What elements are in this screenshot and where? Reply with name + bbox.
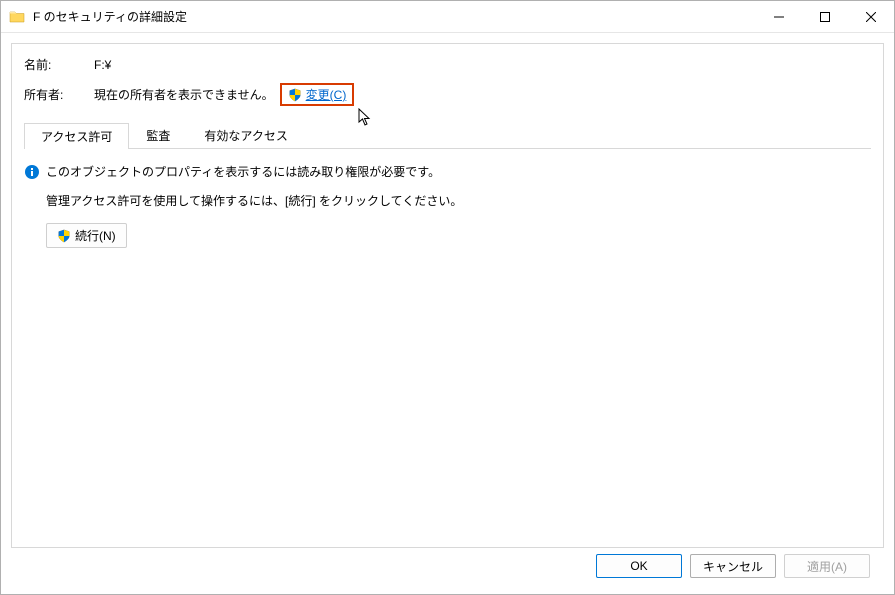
window-title: F のセキュリティの詳細設定 — [33, 8, 756, 25]
tab-content: このオブジェクトのプロパティを表示するには読み取り権限が必要です。 管理アクセス… — [24, 149, 871, 541]
folder-icon — [9, 9, 25, 25]
security-dialog: F のセキュリティの詳細設定 名前: F:¥ 所有者: 現在の所有者を表示できま… — [0, 0, 895, 595]
info-icon — [24, 164, 40, 180]
instruction-text: 管理アクセス許可を使用して操作するには、[続行] をクリックしてください。 — [46, 192, 871, 209]
window-controls — [756, 1, 894, 33]
outer-panel: 名前: F:¥ 所有者: 現在の所有者を表示できません。 変更(C) アクセス許… — [1, 33, 894, 594]
tab-permissions[interactable]: アクセス許可 — [24, 123, 129, 149]
info-line: このオブジェクトのプロパティを表示するには読み取り権限が必要です。 — [24, 163, 871, 180]
name-value: F:¥ — [94, 58, 111, 72]
dialog-footer: OK キャンセル 適用(A) — [11, 548, 884, 588]
tab-strip: アクセス許可 監査 有効なアクセス — [24, 122, 871, 149]
change-owner-link[interactable]: 変更(C) — [280, 83, 355, 106]
continue-button[interactable]: 続行(N) — [46, 223, 127, 248]
owner-row: 所有者: 現在の所有者を表示できません。 変更(C) — [24, 83, 871, 106]
titlebar: F のセキュリティの詳細設定 — [1, 1, 894, 33]
owner-label: 所有者: — [24, 86, 94, 103]
close-button[interactable] — [848, 1, 894, 33]
apply-button[interactable]: 適用(A) — [784, 554, 870, 578]
change-link-text: 変更(C) — [306, 86, 347, 103]
name-row: 名前: F:¥ — [24, 56, 871, 73]
tab-effective-access[interactable]: 有効なアクセス — [187, 122, 304, 148]
name-label: 名前: — [24, 56, 94, 73]
minimize-button[interactable] — [756, 1, 802, 33]
uac-shield-icon — [57, 229, 71, 243]
inner-panel: 名前: F:¥ 所有者: 現在の所有者を表示できません。 変更(C) アクセス許… — [11, 43, 884, 548]
ok-button[interactable]: OK — [596, 554, 682, 578]
maximize-button[interactable] — [802, 1, 848, 33]
info-text: このオブジェクトのプロパティを表示するには読み取り権限が必要です。 — [46, 163, 440, 180]
uac-shield-icon — [288, 88, 302, 102]
continue-button-label: 続行(N) — [75, 227, 116, 244]
tab-auditing[interactable]: 監査 — [129, 122, 187, 148]
cancel-button[interactable]: キャンセル — [690, 554, 776, 578]
owner-value: 現在の所有者を表示できません。 — [94, 86, 274, 103]
